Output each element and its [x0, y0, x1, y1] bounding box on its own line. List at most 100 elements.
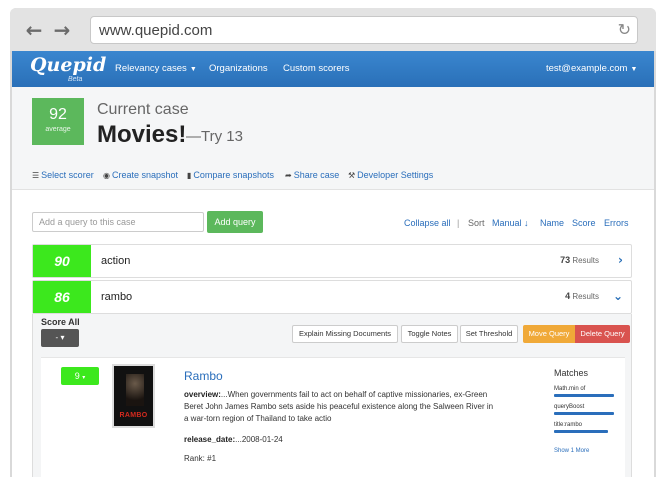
- browser-toolbar: ← → www.quepid.com ↻: [10, 8, 656, 51]
- case-title[interactable]: Movies!: [97, 121, 186, 149]
- caret-down-icon: ▾: [82, 375, 86, 381]
- query-row[interactable]: 86 rambo 4 Results ⌄: [32, 280, 632, 314]
- show-more-link[interactable]: Show 1 More: [554, 448, 589, 454]
- collapse-all-link[interactable]: Collapse all: [404, 218, 451, 228]
- share-case-label: Share case: [293, 170, 340, 180]
- user-email: test@example.com: [546, 63, 628, 74]
- query-score: 90: [33, 245, 91, 277]
- movie-poster: RAMBO: [112, 364, 155, 428]
- query-text: action: [101, 255, 131, 267]
- quepid-logo[interactable]: Quepid: [30, 54, 106, 76]
- forward-arrow-icon[interactable]: →: [52, 20, 72, 40]
- chevron-down-icon[interactable]: ⌄: [613, 289, 623, 303]
- address-bar[interactable]: www.quepid.com ↻: [90, 16, 638, 44]
- chevron-down-icon: ▼: [189, 66, 197, 73]
- nav-relevancy-cases-label: Relevancy cases: [115, 63, 187, 74]
- search-result-doc: 9 ▾ RAMBO Rambo overview:...When governm…: [41, 357, 625, 477]
- move-query-button[interactable]: Move Query: [523, 325, 575, 343]
- toggle-notes-button[interactable]: Toggle Notes: [401, 325, 458, 343]
- case-score: 92: [49, 106, 67, 123]
- user-menu[interactable]: test@example.com ▼: [546, 63, 637, 74]
- wrench-icon: ⚒: [348, 171, 356, 180]
- sort-name[interactable]: Name: [540, 218, 564, 228]
- matches-title: Matches: [554, 368, 589, 378]
- select-scorer-link[interactable]: ☰ Select scorer: [32, 170, 94, 180]
- match-item: Math.min of: [554, 386, 614, 397]
- add-query-input[interactable]: Add a query to this case: [32, 212, 204, 232]
- rank-field: Rank: #1: [184, 454, 217, 463]
- release-date-field: release_date:...2008-01-24: [184, 434, 499, 446]
- result-count-number: 4: [565, 291, 571, 301]
- query-detail-panel: Score All - ▾ Explain Missing Documents …: [32, 314, 632, 477]
- current-case-label: Current case: [97, 101, 189, 118]
- match-bar: [554, 412, 614, 415]
- compare-snapshots-link[interactable]: ▮ Compare snapshots: [187, 170, 274, 180]
- match-label: Math.min of: [554, 386, 586, 392]
- match-item: title:rambo: [554, 422, 614, 433]
- score-all-dropdown[interactable]: - ▾: [41, 329, 79, 347]
- sort-score[interactable]: Score: [572, 218, 596, 228]
- poster-figure: [126, 374, 144, 406]
- match-label: queryBoost: [554, 404, 585, 410]
- top-navbar: Quepid Beta Relevancy cases ▼ Organizatio…: [12, 51, 654, 87]
- compare-snapshots-label: Compare snapshots: [193, 170, 274, 180]
- sort-errors[interactable]: Errors: [604, 218, 629, 228]
- case-score-badge: 92 average: [32, 98, 84, 145]
- chevron-right-icon[interactable]: ›: [618, 253, 623, 267]
- sort-manual-label: Manual: [492, 218, 522, 228]
- camera-icon: ◉: [103, 171, 110, 180]
- page-viewport: Quepid Beta Relevancy cases ▼ Organizatio…: [12, 51, 654, 477]
- doc-rating-dropdown[interactable]: 9 ▾: [61, 367, 99, 385]
- create-snapshot-label: Create snapshot: [111, 170, 179, 180]
- query-score: 86: [33, 281, 91, 313]
- nav-relevancy-cases[interactable]: Relevancy cases ▼: [115, 63, 197, 74]
- result-count-number: 73: [560, 255, 571, 265]
- release-date-value: ...2008-01-24: [235, 435, 283, 444]
- nav-custom-scorers[interactable]: Custom scorers: [283, 63, 350, 74]
- query-text: rambo: [101, 291, 133, 303]
- overview-value: ...When governments fail to act on behal…: [184, 390, 494, 423]
- score-all-label: Score All: [41, 317, 80, 327]
- doc-title-link[interactable]: Rambo: [184, 369, 223, 383]
- result-count-label: Results: [572, 292, 599, 301]
- score-all-value: -: [55, 333, 59, 342]
- share-icon: ➦: [285, 171, 292, 180]
- sort-label: Sort: [468, 218, 485, 228]
- result-count: 4 Results: [565, 291, 599, 301]
- list-icon: ☰: [32, 171, 40, 180]
- doc-rating-value: 9: [74, 371, 80, 381]
- query-row[interactable]: 90 action 73 Results ›: [32, 244, 632, 278]
- developer-settings-label: Developer Settings: [357, 170, 434, 180]
- result-count-label: Results: [572, 256, 599, 265]
- release-date-label: release_date:: [184, 435, 236, 444]
- result-count: 73 Results: [560, 255, 599, 265]
- create-snapshot-link[interactable]: ◉ Create snapshot: [103, 170, 178, 180]
- sort-manual[interactable]: Manual ↓: [492, 218, 529, 228]
- arrow-down-icon: ↓: [524, 218, 529, 228]
- poster-title: RAMBO: [119, 412, 148, 419]
- reload-icon[interactable]: ↻: [618, 20, 631, 39]
- developer-settings-link[interactable]: ⚒ Developer Settings: [348, 170, 433, 180]
- bar-chart-icon: ▮: [187, 171, 192, 180]
- toolbar-divider: |: [457, 218, 460, 228]
- caret-down-icon: ▾: [60, 333, 65, 342]
- select-scorer-label: Select scorer: [41, 170, 94, 180]
- chevron-down-icon: ▼: [630, 66, 638, 73]
- case-header: 92 average Current case Movies! —Try 13 …: [12, 87, 654, 190]
- set-threshold-button[interactable]: Set Threshold: [460, 325, 518, 343]
- match-label: title:rambo: [554, 422, 583, 428]
- case-score-label: average: [45, 126, 71, 133]
- browser-window: ← → www.quepid.com ↻ Quepid Beta Relevan…: [10, 8, 656, 477]
- nav-organizations[interactable]: Organizations: [209, 63, 268, 74]
- overview-field: overview:...When governments fail to act…: [184, 389, 499, 425]
- share-case-link[interactable]: ➦ Share case: [285, 170, 339, 180]
- match-bar: [554, 430, 608, 433]
- url-text: www.quepid.com: [99, 22, 213, 39]
- back-arrow-icon[interactable]: ←: [24, 20, 44, 40]
- overview-label: overview:: [184, 390, 221, 399]
- explain-missing-documents-button[interactable]: Explain Missing Documents: [292, 325, 398, 343]
- try-label: —Try 13: [186, 128, 243, 145]
- add-query-button[interactable]: Add query: [207, 211, 263, 233]
- delete-query-button[interactable]: Delete Query: [575, 325, 630, 343]
- match-bar: [554, 394, 614, 397]
